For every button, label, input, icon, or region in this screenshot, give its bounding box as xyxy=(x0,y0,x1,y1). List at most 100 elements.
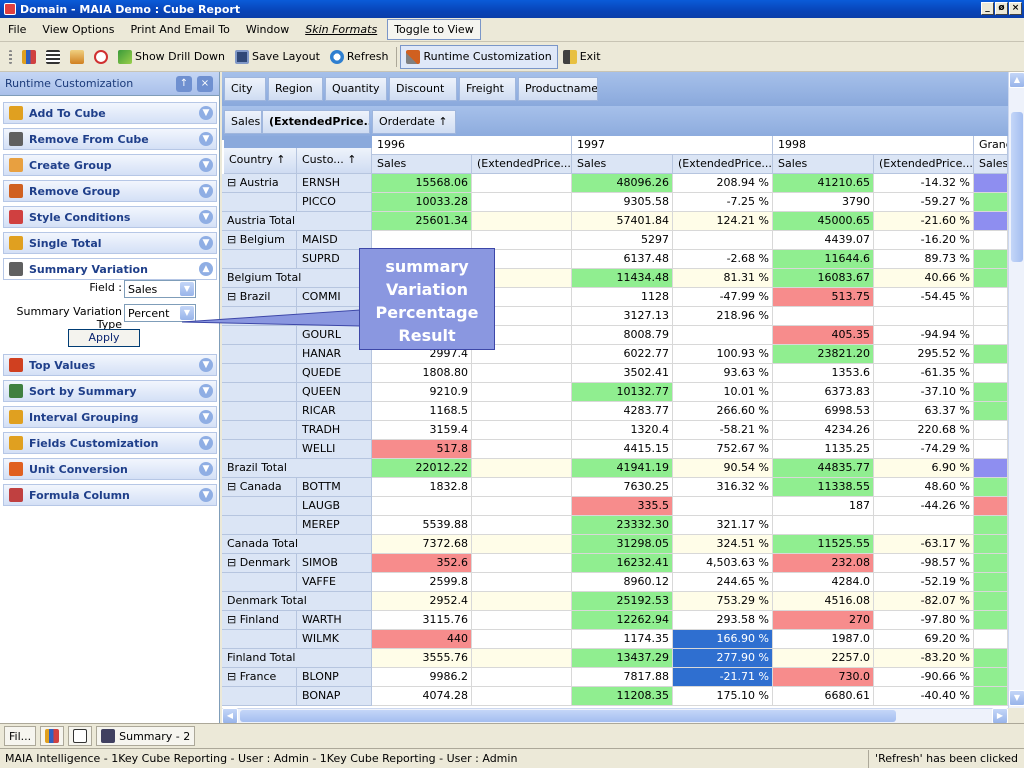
row-field-customer[interactable]: Custo... ↑ xyxy=(297,148,372,174)
table-cell: 1135.25 xyxy=(773,440,874,459)
table-cell: 69.20 % xyxy=(874,630,974,649)
table-cell: 517.8 xyxy=(372,440,472,459)
year-header[interactable]: 1996 xyxy=(372,136,572,155)
filter-field-discount[interactable]: Discount xyxy=(389,77,457,101)
measure-header[interactable]: Sales xyxy=(572,155,673,174)
apply-button[interactable]: Apply xyxy=(68,329,140,347)
filter-field-city[interactable]: City xyxy=(224,77,266,101)
show-drill-down-button[interactable]: Show Drill Down xyxy=(113,45,230,69)
country-label[interactable]: ⊟ France xyxy=(222,668,297,687)
vertical-scrollbar[interactable]: ▲ ▼ xyxy=(1008,72,1024,708)
menu-toggle-view[interactable]: Toggle to View xyxy=(387,19,481,40)
country-label[interactable]: ⊟ Canada xyxy=(222,478,297,497)
chevron-down-icon: ▼ xyxy=(199,488,213,502)
scroll-down-icon[interactable]: ▼ xyxy=(1009,690,1024,706)
column-field-orderdate[interactable]: Orderdate ↑ xyxy=(372,110,456,134)
chart-icon xyxy=(45,729,60,743)
table-cell: 41941.19 xyxy=(572,459,673,478)
accordion-single-total[interactable]: Single Total ▼ xyxy=(3,232,217,254)
accordion-formula-column[interactable]: Formula Column ▼ xyxy=(3,484,217,506)
table-cell: 11525.55 xyxy=(773,535,874,554)
year-header[interactable]: Grand xyxy=(974,136,1008,155)
table-cell: -52.19 % xyxy=(874,573,974,592)
list-button[interactable] xyxy=(41,45,65,69)
country-label[interactable]: ⊟ Belgium xyxy=(222,231,297,250)
horizontal-scrollbar[interactable]: ◀ ▶ xyxy=(222,708,1008,724)
table-cell: 89.73 % xyxy=(874,250,974,269)
country-label xyxy=(222,440,297,459)
style-button[interactable] xyxy=(65,45,89,69)
panel-close-icon[interactable]: × xyxy=(197,76,213,92)
filter-field-quantity[interactable]: Quantity xyxy=(325,77,387,101)
data-field-extended-price[interactable]: (ExtendedPrice... xyxy=(262,110,370,134)
accordion-label: Create Group xyxy=(29,158,112,172)
save-layout-button[interactable]: Save Layout xyxy=(230,45,325,69)
accordion-summary-variation[interactable]: Summary Variation ▲ xyxy=(3,258,217,280)
field-select[interactable]: Sales ▼ xyxy=(124,280,196,298)
scroll-right-icon[interactable]: ▶ xyxy=(992,708,1008,724)
measure-header[interactable]: (ExtendedPrice... xyxy=(673,155,773,174)
single-total-icon xyxy=(9,236,23,250)
table-cell: 4415.15 xyxy=(572,440,673,459)
table-cell: 335.5 xyxy=(572,497,673,516)
chart-button[interactable] xyxy=(17,45,41,69)
accordion-unit-conversion[interactable]: Unit Conversion ▼ xyxy=(3,458,217,480)
year-header[interactable]: 1998 xyxy=(773,136,974,155)
menu-skin-formats[interactable]: Skin Formats xyxy=(297,23,385,36)
measure-header[interactable]: (ExtendedPrice... xyxy=(874,155,974,174)
accordion-top-values[interactable]: Top Values ▼ xyxy=(3,354,217,376)
country-label[interactable]: ⊟ Denmark xyxy=(222,554,297,573)
data-field-sales[interactable]: Sales xyxy=(224,110,262,134)
runtime-customization-button[interactable]: Runtime Customization xyxy=(400,44,558,69)
menu-view-options[interactable]: View Options xyxy=(34,23,122,36)
year-header[interactable]: 1997 xyxy=(572,136,773,155)
measure-header[interactable]: Sales xyxy=(372,155,472,174)
horizontal-scroll-thumb[interactable] xyxy=(240,710,896,722)
measure-header[interactable]: Sales xyxy=(974,155,1008,174)
pin-icon[interactable]: ↑ xyxy=(176,76,192,92)
accordion-sort-summary[interactable]: Sort by Summary ▼ xyxy=(3,380,217,402)
vertical-scroll-thumb[interactable] xyxy=(1011,112,1023,262)
filter-field-freight[interactable]: Freight xyxy=(459,77,516,101)
tab-fil[interactable]: Fil... xyxy=(4,726,37,746)
exit-button[interactable]: Exit xyxy=(558,45,606,69)
accordion-create-group[interactable]: Create Group ▼ xyxy=(3,154,217,176)
tab-check[interactable] xyxy=(68,726,93,746)
menu-window[interactable]: Window xyxy=(238,23,297,36)
tab-summary[interactable]: Summary - 2 xyxy=(96,726,196,746)
accordion-style-conditions[interactable]: Style Conditions ▼ xyxy=(3,206,217,228)
close-button[interactable]: × xyxy=(1009,2,1022,15)
filter-field-productname[interactable]: Productname xyxy=(518,77,598,101)
table-cell xyxy=(372,497,472,516)
filter-field-region[interactable]: Region xyxy=(268,77,323,101)
table-cell: 48096.26 xyxy=(572,174,673,193)
scroll-left-icon[interactable]: ◀ xyxy=(222,708,238,724)
row-field-country[interactable]: Country ↑ xyxy=(224,148,297,174)
accordion-add-cube[interactable]: Add To Cube ▼ xyxy=(3,102,217,124)
restore-button[interactable]: ø xyxy=(995,2,1008,15)
country-label[interactable]: ⊟ Austria xyxy=(222,174,297,193)
menu-file[interactable]: File xyxy=(0,23,34,36)
table-cell: 3115.76 xyxy=(372,611,472,630)
tab-chart[interactable] xyxy=(40,726,65,746)
table-cell: 6998.53 xyxy=(773,402,874,421)
minimize-button[interactable]: _ xyxy=(981,2,994,15)
scroll-up-icon[interactable]: ▲ xyxy=(1009,72,1024,88)
menu-print-email[interactable]: Print And Email To xyxy=(122,23,237,36)
measure-header[interactable]: Sales xyxy=(773,155,874,174)
accordion-fields-customization[interactable]: Fields Customization ▼ xyxy=(3,432,217,454)
table-cell: 2599.8 xyxy=(372,573,472,592)
table-cell: 2257.0 xyxy=(773,649,874,668)
summary-variation-icon xyxy=(9,262,23,276)
refresh-button[interactable]: Refresh xyxy=(325,45,394,69)
status-message: 'Refresh' has been clicked xyxy=(868,749,1024,768)
grand-total-cell xyxy=(974,383,1008,402)
toolbar-grip xyxy=(4,45,17,69)
country-label[interactable]: ⊟ Finland xyxy=(222,611,297,630)
accordion-remove-cube[interactable]: Remove From Cube ▼ xyxy=(3,128,217,150)
table-cell: 730.0 xyxy=(773,668,874,687)
accordion-interval-grouping[interactable]: Interval Grouping ▼ xyxy=(3,406,217,428)
measure-header[interactable]: (ExtendedPrice... xyxy=(472,155,572,174)
comment-button[interactable] xyxy=(89,45,113,69)
accordion-remove-group[interactable]: Remove Group ▼ xyxy=(3,180,217,202)
